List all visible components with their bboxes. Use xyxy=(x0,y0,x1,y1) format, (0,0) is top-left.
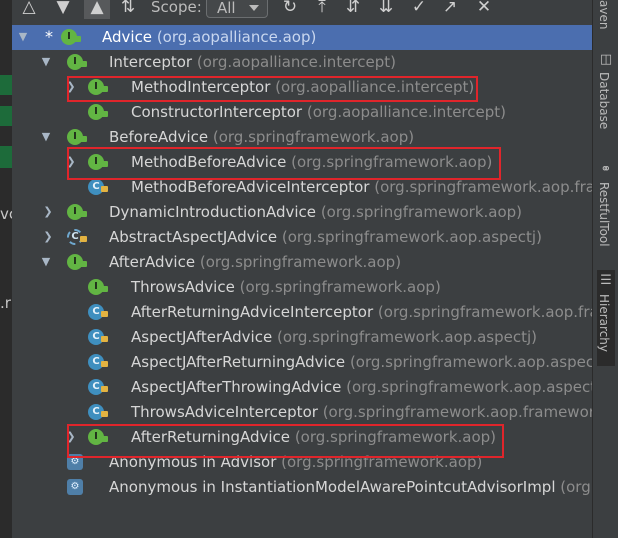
tree-row-afteradvice[interactable]: ▼ I AfterAdvice (org.springframework.aop… xyxy=(12,250,592,275)
tree-row-label: AfterReturningAdviceInterceptor (org.spr… xyxy=(131,303,592,321)
tree-row-label: DynamicIntroductionAdvice (org.springfra… xyxy=(109,203,523,221)
hierarchy-icon: ☰ xyxy=(600,273,612,288)
open-in-window-icon[interactable]: ↗ xyxy=(440,0,460,19)
lock-icon xyxy=(74,36,81,42)
gutter-marker xyxy=(0,146,12,168)
scope-select[interactable]: All xyxy=(206,0,268,18)
lock-icon xyxy=(101,186,108,192)
tree-row-label: ThrowsAdviceInterceptor (org.springframe… xyxy=(131,403,592,421)
tree-row-constructorinterceptor[interactable]: I ConstructorInterceptor (org.aopallianc… xyxy=(12,100,592,125)
tree-row-abstractaspectjadvice[interactable]: ❯ C AbstractAspectJAdvice (org.springfra… xyxy=(12,225,592,250)
tree-row-label: AbstractAspectJAdvice (org.springframewo… xyxy=(109,228,542,246)
highlight-box xyxy=(67,76,478,102)
tree-row-interceptor[interactable]: ▼ I Interceptor (org.aopalliance.interce… xyxy=(12,50,592,75)
tree-row-label: AspectJAfterAdvice (org.springframework.… xyxy=(131,328,538,346)
tree-row-label: Interceptor (org.aopalliance.intercept) xyxy=(109,53,396,71)
tab-database-label: Database xyxy=(597,72,611,130)
tree-row-throwsadviceinterceptor[interactable]: C ThrowsAdviceInterceptor (org.springfra… xyxy=(12,400,592,425)
editor-text-fragment: .r xyxy=(0,294,11,312)
left-editor-edge: vc .r xyxy=(0,0,17,538)
tree-row-label: Advice (org.aopalliance.aop) xyxy=(102,28,317,46)
subtypes-hierarchy-icon[interactable]: ▼ xyxy=(54,0,72,19)
chevron-down-icon[interactable]: ▼ xyxy=(39,130,53,144)
lock-icon xyxy=(80,261,87,267)
gutter-marker xyxy=(0,106,12,126)
tree-row-dynamicintroductionadvice[interactable]: ❯ I DynamicIntroductionAdvice (org.sprin… xyxy=(12,200,592,225)
tree-row-advice[interactable]: ▼ * I Advice (org.aopalliance.aop) xyxy=(12,25,592,50)
lock-icon xyxy=(80,61,87,67)
lock-icon xyxy=(101,311,108,317)
lock-icon xyxy=(80,236,87,242)
chevron-down-icon[interactable]: ▼ xyxy=(39,255,53,269)
hierarchy-toolbar: △ ▼ ▲ ⇅ Scope: All ↻ ⤒ ⇵ ⇊ ✓ ↗ ✕ xyxy=(12,0,592,19)
lock-icon xyxy=(101,336,108,342)
gutter-marker xyxy=(0,75,12,95)
tab-hierarchy[interactable]: ☰ Hierarchy xyxy=(597,270,615,366)
tab-maven-label: aven xyxy=(597,0,611,30)
tree-row-aspectjafterreturningadvice[interactable]: C AspectJAfterReturningAdvice (org.sprin… xyxy=(12,350,592,375)
lock-icon xyxy=(80,211,87,217)
globe-icon: ⚭ xyxy=(600,162,612,177)
tree-row-label: Anonymous in InstantiationModelAwarePoin… xyxy=(109,478,592,496)
tree-row-aspectjafterthrowingadvice[interactable]: C AspectJAfterThrowingAdvice (org.spring… xyxy=(12,375,592,400)
supertypes-hierarchy-icon[interactable]: △ xyxy=(20,0,38,19)
scope-value: All xyxy=(217,0,236,17)
database-icon: ◫ xyxy=(599,52,613,67)
expand-all-icon[interactable]: ⇵ xyxy=(343,0,363,19)
tree-row-anonymous-instantiationmodel[interactable]: ⚙ Anonymous in InstantiationModelAwarePo… xyxy=(12,475,592,500)
export-icon[interactable]: ⤒ xyxy=(312,0,332,19)
star-icon: * xyxy=(45,27,53,46)
tree-row-label: AfterAdvice (org.springframework.aop) xyxy=(109,253,402,271)
class-hierarchy-icon[interactable]: ▲ xyxy=(84,0,110,19)
lock-icon xyxy=(101,111,108,117)
highlight-box xyxy=(67,147,501,180)
scope-label: Scope: xyxy=(151,0,202,16)
close-icon[interactable]: ✕ xyxy=(474,0,494,19)
tab-database[interactable]: ◫ Database xyxy=(597,52,615,140)
tree-row-label: AspectJAfterReturningAdvice (org.springf… xyxy=(131,353,592,371)
tree-row-aspectjafteradvice[interactable]: C AspectJAfterAdvice (org.springframewor… xyxy=(12,325,592,350)
chevron-right-icon[interactable]: ❯ xyxy=(41,230,55,244)
anonymous-class-icon: ⚙ xyxy=(67,479,83,495)
chevron-down-icon xyxy=(249,5,259,11)
tab-hierarchy-label: Hierarchy xyxy=(597,294,611,353)
highlight-box xyxy=(67,424,504,458)
refresh-icon[interactable]: ↻ xyxy=(280,0,300,19)
tree-row-afterreturningadviceinterceptor[interactable]: C AfterReturningAdviceInterceptor (org.s… xyxy=(12,300,592,325)
tab-maven[interactable]: aven xyxy=(597,0,615,36)
tree-row-label: ConstructorInterceptor (org.aopalliance.… xyxy=(131,103,506,121)
tree-row-throwsadvice[interactable]: I ThrowsAdvice (org.springframework.aop) xyxy=(12,275,592,300)
right-tool-strip: aven ◫ Database ⚭ RestfulTool ☰ Hierarch… xyxy=(592,0,618,538)
tab-restfultool[interactable]: ⚭ RestfulTool xyxy=(597,162,615,260)
pin-icon[interactable]: ✓ xyxy=(409,0,429,19)
lock-icon xyxy=(80,136,87,142)
chevron-down-icon[interactable]: ▼ xyxy=(39,55,53,69)
lock-icon xyxy=(101,411,108,417)
tab-restfultool-label: RestfulTool xyxy=(597,182,611,247)
chevron-right-icon[interactable]: ❯ xyxy=(41,205,55,219)
sort-alphabetically-icon[interactable]: ⇅ xyxy=(118,0,138,19)
tree-row-label: AspectJAfterThrowingAdvice (org.springfr… xyxy=(131,378,592,396)
lock-icon xyxy=(101,361,108,367)
hierarchy-panel: △ ▼ ▲ ⇅ Scope: All ↻ ⤒ ⇵ ⇊ ✓ ↗ ✕ ▼ * I A… xyxy=(12,0,592,538)
lock-icon xyxy=(101,386,108,392)
lock-icon xyxy=(101,286,108,292)
tree-row-label: ThrowsAdvice (org.springframework.aop) xyxy=(131,278,441,296)
collapse-all-icon[interactable]: ⇊ xyxy=(376,0,396,19)
chevron-down-icon[interactable]: ▼ xyxy=(16,30,30,44)
